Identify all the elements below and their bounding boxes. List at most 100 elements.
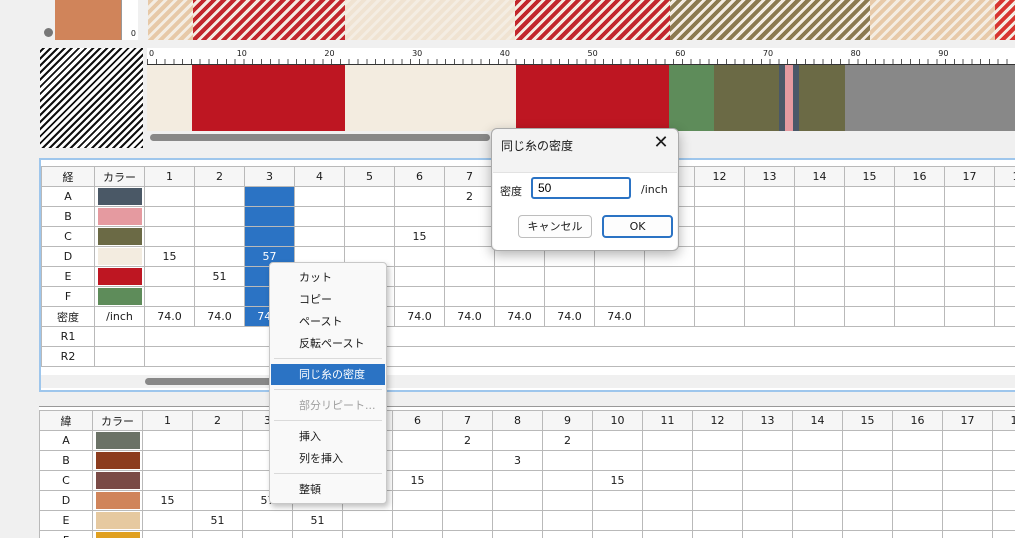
grid-cell[interactable] (543, 471, 593, 491)
column-header[interactable]: 2 (193, 411, 243, 431)
grid-cell[interactable] (945, 247, 995, 267)
menu-item-cut[interactable]: カット (271, 267, 385, 288)
grid-cell[interactable] (443, 451, 493, 471)
density-cell[interactable]: 74.0 (495, 307, 545, 327)
density-cell[interactable]: 74.0 (145, 307, 195, 327)
density-cell[interactable] (745, 307, 795, 327)
grid-cell[interactable] (493, 511, 543, 531)
grid-cell[interactable] (243, 511, 293, 531)
grid-cell[interactable] (443, 511, 493, 531)
grid-cell[interactable] (645, 267, 695, 287)
column-header[interactable]: 12 (693, 411, 743, 431)
grid-cell[interactable] (643, 511, 693, 531)
row-label[interactable]: B (42, 207, 95, 227)
color-swatch[interactable] (98, 248, 142, 265)
grid-cell[interactable] (843, 511, 893, 531)
grid-cell[interactable] (995, 247, 1015, 267)
grid-cell[interactable] (843, 491, 893, 511)
grid-cell[interactable] (795, 287, 845, 307)
grid-cell[interactable] (643, 451, 693, 471)
grid-cell[interactable] (545, 287, 595, 307)
grid-cell[interactable] (443, 491, 493, 511)
grid-cell[interactable] (195, 227, 245, 247)
grid-cell[interactable] (245, 227, 295, 247)
grid-cell[interactable] (745, 287, 795, 307)
grid-cell[interactable] (695, 287, 745, 307)
density-cell[interactable]: 74.0 (545, 307, 595, 327)
column-header[interactable]: 16 (893, 411, 943, 431)
grid-cell[interactable] (445, 207, 495, 227)
grid-cell[interactable] (893, 471, 943, 491)
grid-cell[interactable] (945, 227, 995, 247)
grid-cell[interactable] (845, 207, 895, 227)
grid-cell[interactable]: 51 (193, 511, 243, 531)
grid-cell[interactable] (893, 431, 943, 451)
column-header[interactable]: 5 (345, 167, 395, 187)
density-cell[interactable] (945, 307, 995, 327)
grid-cell[interactable] (393, 511, 443, 531)
color-swatch-cell[interactable] (93, 451, 143, 471)
grid-cell[interactable] (245, 207, 295, 227)
column-header[interactable]: 7 (443, 411, 493, 431)
grid-cell[interactable] (795, 207, 845, 227)
grid-cell[interactable] (795, 267, 845, 287)
preview-scrollbar-thumb[interactable] (150, 134, 490, 141)
grid-cell[interactable] (143, 431, 193, 451)
column-header[interactable]: 17 (943, 411, 993, 431)
grid-cell[interactable] (893, 491, 943, 511)
color-swatch-cell[interactable] (95, 247, 145, 267)
grid-cell[interactable] (145, 287, 195, 307)
menu-item-same-thread-density[interactable]: 同じ糸の密度 (271, 364, 385, 385)
color-swatch[interactable] (96, 532, 140, 538)
column-header[interactable]: 8 (493, 411, 543, 431)
grid-cell[interactable] (793, 451, 843, 471)
density-cell[interactable] (795, 307, 845, 327)
grid-cell[interactable] (945, 267, 995, 287)
grid-cell[interactable] (843, 451, 893, 471)
grid-cell[interactable] (543, 451, 593, 471)
grid-cell[interactable] (993, 511, 1015, 531)
grid-cell[interactable] (695, 187, 745, 207)
density-input[interactable] (531, 177, 631, 199)
menu-item-copy[interactable]: コピー (271, 289, 385, 310)
grid-cell[interactable] (843, 471, 893, 491)
menu-item-partial-repeat[interactable]: 部分リピート... (271, 395, 385, 416)
grid-cell[interactable] (543, 511, 593, 531)
row-label[interactable]: E (42, 267, 95, 287)
grid-cell[interactable]: 3 (493, 451, 543, 471)
grid-cell[interactable] (845, 227, 895, 247)
grid-cell[interactable] (145, 187, 195, 207)
column-header[interactable]: 14 (795, 167, 845, 187)
color-swatch[interactable] (96, 492, 140, 509)
grid-cell[interactable] (943, 491, 993, 511)
grid-cell[interactable] (593, 491, 643, 511)
close-icon[interactable]: ✕ (650, 132, 672, 154)
color-swatch[interactable] (98, 228, 142, 245)
grid-cell[interactable]: 15 (145, 247, 195, 267)
grid-cell[interactable] (395, 267, 445, 287)
grid-cell[interactable] (595, 267, 645, 287)
grid-cell[interactable] (543, 491, 593, 511)
color-swatch-cell[interactable] (93, 491, 143, 511)
grid-cell[interactable] (795, 187, 845, 207)
grid-cell[interactable] (995, 267, 1015, 287)
cancel-button[interactable]: キャンセル (518, 215, 592, 238)
menu-item-paste[interactable]: ペースト (271, 311, 385, 332)
grid-cell[interactable] (745, 187, 795, 207)
grid-cell[interactable] (695, 267, 745, 287)
column-header[interactable]: 13 (745, 167, 795, 187)
grid-cell[interactable] (845, 287, 895, 307)
grid-cell[interactable] (395, 207, 445, 227)
grid-cell[interactable] (895, 267, 945, 287)
column-header[interactable]: 1 (145, 167, 195, 187)
density-cell[interactable]: 74.0 (595, 307, 645, 327)
grid-cell[interactable] (743, 451, 793, 471)
color-swatch-cell[interactable] (95, 227, 145, 247)
grid-cell[interactable] (693, 511, 743, 531)
density-cell[interactable] (695, 307, 745, 327)
density-cell[interactable] (995, 307, 1015, 327)
color-swatch[interactable] (98, 208, 142, 225)
grid-cell[interactable] (445, 247, 495, 267)
grid-cell[interactable] (395, 187, 445, 207)
grid-cell[interactable] (895, 247, 945, 267)
